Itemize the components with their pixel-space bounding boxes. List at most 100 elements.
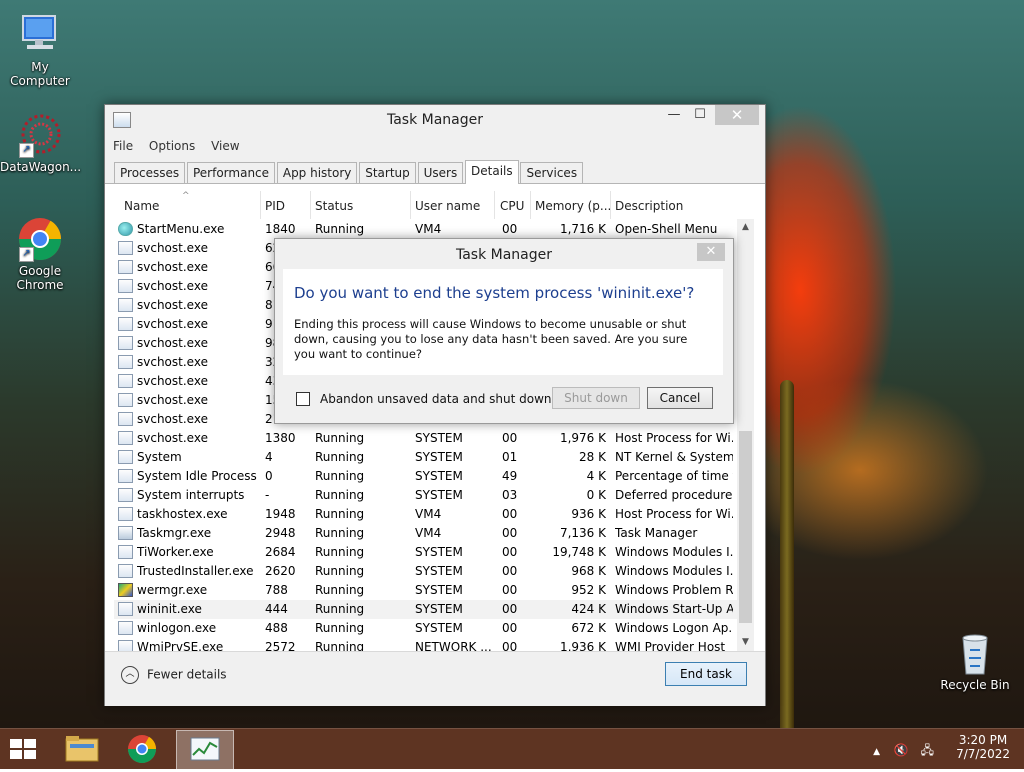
table-row[interactable]: TrustedInstaller.exe 2620 Running SYSTEM 00 9… [114, 562, 754, 581]
abandon-data-checkbox[interactable] [296, 392, 310, 406]
cell-status: Running [315, 564, 365, 578]
title-bar[interactable]: Task Manager — ☐ ✕ [105, 105, 765, 135]
end-task-button[interactable]: End task [665, 662, 747, 686]
column-header-pid[interactable]: PID [265, 199, 285, 213]
taskbar-task-manager[interactable] [176, 730, 234, 770]
table-row[interactable]: winlogon.exe 488 Running SYSTEM 00 672 K Windo… [114, 619, 754, 638]
cell-pid: 444 [265, 602, 288, 616]
menu-view[interactable]: View [211, 135, 239, 157]
table-row[interactable]: TiWorker.exe 2684 Running SYSTEM 00 19,748 K W… [114, 543, 754, 562]
start-button[interactable] [10, 739, 38, 761]
cell-status: Running [315, 222, 365, 236]
close-button[interactable]: ✕ [715, 105, 759, 125]
column-header-cpu[interactable]: CPU [500, 199, 524, 213]
cell-pid: 2684 [265, 545, 296, 559]
cell-mem: 19,748 K [552, 545, 606, 559]
cell-name: svchost.exe [137, 279, 208, 293]
scrollbar-thumb[interactable] [739, 431, 752, 623]
cell-user: SYSTEM [415, 469, 463, 483]
clock[interactable]: 3:20 PM 7/7/2022 [956, 733, 1010, 761]
process-icon [118, 412, 133, 426]
column-header-user-name[interactable]: User name [415, 199, 480, 213]
taskbar-file-explorer[interactable] [54, 730, 110, 768]
cell-pid: 2948 [265, 526, 296, 540]
table-row[interactable]: System interrupts - Running SYSTEM 03 0 K Defe… [114, 486, 754, 505]
cell-desc: Host Process for Wi... [615, 431, 733, 445]
cell-cpu: 00 [502, 222, 518, 236]
cell-user: SYSTEM [415, 583, 463, 597]
desktop-icon-google-chrome[interactable]: ↗ Google Chrome [0, 216, 80, 292]
cell-cpu: 01 [502, 450, 518, 464]
dialog-close-button[interactable]: ✕ [697, 243, 725, 261]
tab-startup[interactable]: Startup [359, 162, 416, 183]
dialog-footer: Abandon unsaved data and shut down. Shut… [275, 377, 733, 423]
cell-user: SYSTEM [415, 545, 463, 559]
desktop-icon-recycle-bin[interactable]: Recycle Bin [935, 630, 1015, 692]
clock-date: 7/7/2022 [956, 747, 1010, 761]
cell-desc: NT Kernel & System [615, 450, 733, 464]
table-row[interactable]: System 4 Running SYSTEM 01 28 K NT Kernel & Sy… [114, 448, 754, 467]
table-row[interactable]: System Idle Process 0 Running SYSTEM 49 4 K Pe… [114, 467, 754, 486]
process-icon [118, 488, 133, 502]
table-row[interactable]: StartMenu.exe 1840 Running VM4 00 1,716 K Open… [114, 220, 754, 239]
vertical-scrollbar[interactable]: ▲ ▼ [737, 219, 754, 651]
menu-options[interactable]: Options [149, 135, 195, 157]
cell-mem: 936 K [571, 507, 606, 521]
cell-user: SYSTEM [415, 602, 463, 616]
process-icon [118, 336, 133, 350]
tab-performance[interactable]: Performance [186, 162, 276, 183]
cell-mem: 1,716 K [559, 222, 606, 236]
cell-pid: 2620 [265, 564, 296, 578]
cell-desc: Open-Shell Menu [615, 222, 718, 236]
taskbar: ▲ 🔇 🖧 3:20 PM 7/7/2022 [0, 728, 1024, 770]
cell-status: Running [315, 431, 365, 445]
tab-services[interactable]: Services [520, 162, 584, 183]
cell-mem: 952 K [571, 583, 606, 597]
taskbar-google-chrome[interactable] [114, 730, 170, 768]
table-row[interactable]: taskhostex.exe 1948 Running VM4 00 936 K Host … [114, 505, 754, 524]
minimize-button[interactable]: — [661, 105, 687, 125]
cell-cpu: 00 [502, 621, 518, 635]
table-row[interactable]: wininit.exe 444 Running SYSTEM 00 424 K Window… [114, 600, 754, 619]
tab-app-history[interactable]: App history [276, 162, 358, 183]
cancel-button[interactable]: Cancel [647, 387, 713, 409]
column-header-description[interactable]: Description [615, 199, 683, 213]
cell-mem: 968 K [571, 564, 606, 578]
cell-cpu: 00 [502, 431, 518, 445]
tab-processes[interactable]: Processes [114, 162, 186, 183]
table-row[interactable]: wermgr.exe 788 Running SYSTEM 00 952 K Windows… [114, 581, 754, 600]
desktop-icon-datawagon[interactable]: ↗ DataWagon... [0, 112, 81, 174]
dialog-content-text: Ending this process will cause Windows t… [294, 317, 688, 361]
column-header-status[interactable]: Status [315, 199, 353, 213]
maximize-button[interactable]: ☐ [687, 105, 713, 125]
scroll-down-icon[interactable]: ▼ [737, 634, 754, 651]
dialog-title-bar[interactable]: Task Manager ✕ [275, 239, 733, 269]
desktop-icon-my-computer[interactable]: My Computer [0, 12, 80, 88]
cell-status: Running [315, 583, 365, 597]
table-row[interactable]: svchost.exe 1380 Running SYSTEM 00 1,976 K Hos… [114, 429, 754, 448]
abandon-data-checkbox-label[interactable]: Abandon unsaved data and shut down. [320, 392, 555, 406]
cell-name: svchost.exe [137, 317, 208, 331]
process-icon [118, 507, 133, 521]
column-header-memory[interactable]: Memory (p... [535, 199, 611, 213]
volume-muted-icon[interactable]: 🔇 [894, 743, 909, 757]
table-row[interactable]: Taskmgr.exe 2948 Running VM4 00 7,136 K Task M… [114, 524, 754, 543]
cell-name: svchost.exe [137, 260, 208, 274]
cell-desc: Host Process for Wi... [615, 507, 733, 521]
menu-file[interactable]: File [113, 135, 133, 157]
tab-details[interactable]: Details [465, 160, 519, 184]
cell-pid: 0 [265, 469, 273, 483]
cell-desc: Percentage of time t... [615, 469, 733, 483]
clock-time: 3:20 PM [958, 733, 1008, 747]
cell-cpu: 00 [502, 545, 518, 559]
process-icon [118, 317, 133, 331]
column-header-name[interactable]: Name [124, 199, 159, 213]
network-icon[interactable]: 🖧 [921, 743, 934, 757]
cell-user: VM4 [415, 222, 442, 236]
fewer-details-button[interactable]: ︿ Fewer details [121, 666, 227, 684]
datawagon-icon: ↗ [17, 112, 63, 158]
scroll-up-icon[interactable]: ▲ [737, 219, 754, 236]
tab-users[interactable]: Users [417, 162, 464, 183]
table-row[interactable]: WmiPrvSE.exe 2572 Running NETWORK ... 00 1,93… [114, 638, 754, 651]
show-hidden-icons-icon[interactable]: ▲ [873, 747, 880, 757]
